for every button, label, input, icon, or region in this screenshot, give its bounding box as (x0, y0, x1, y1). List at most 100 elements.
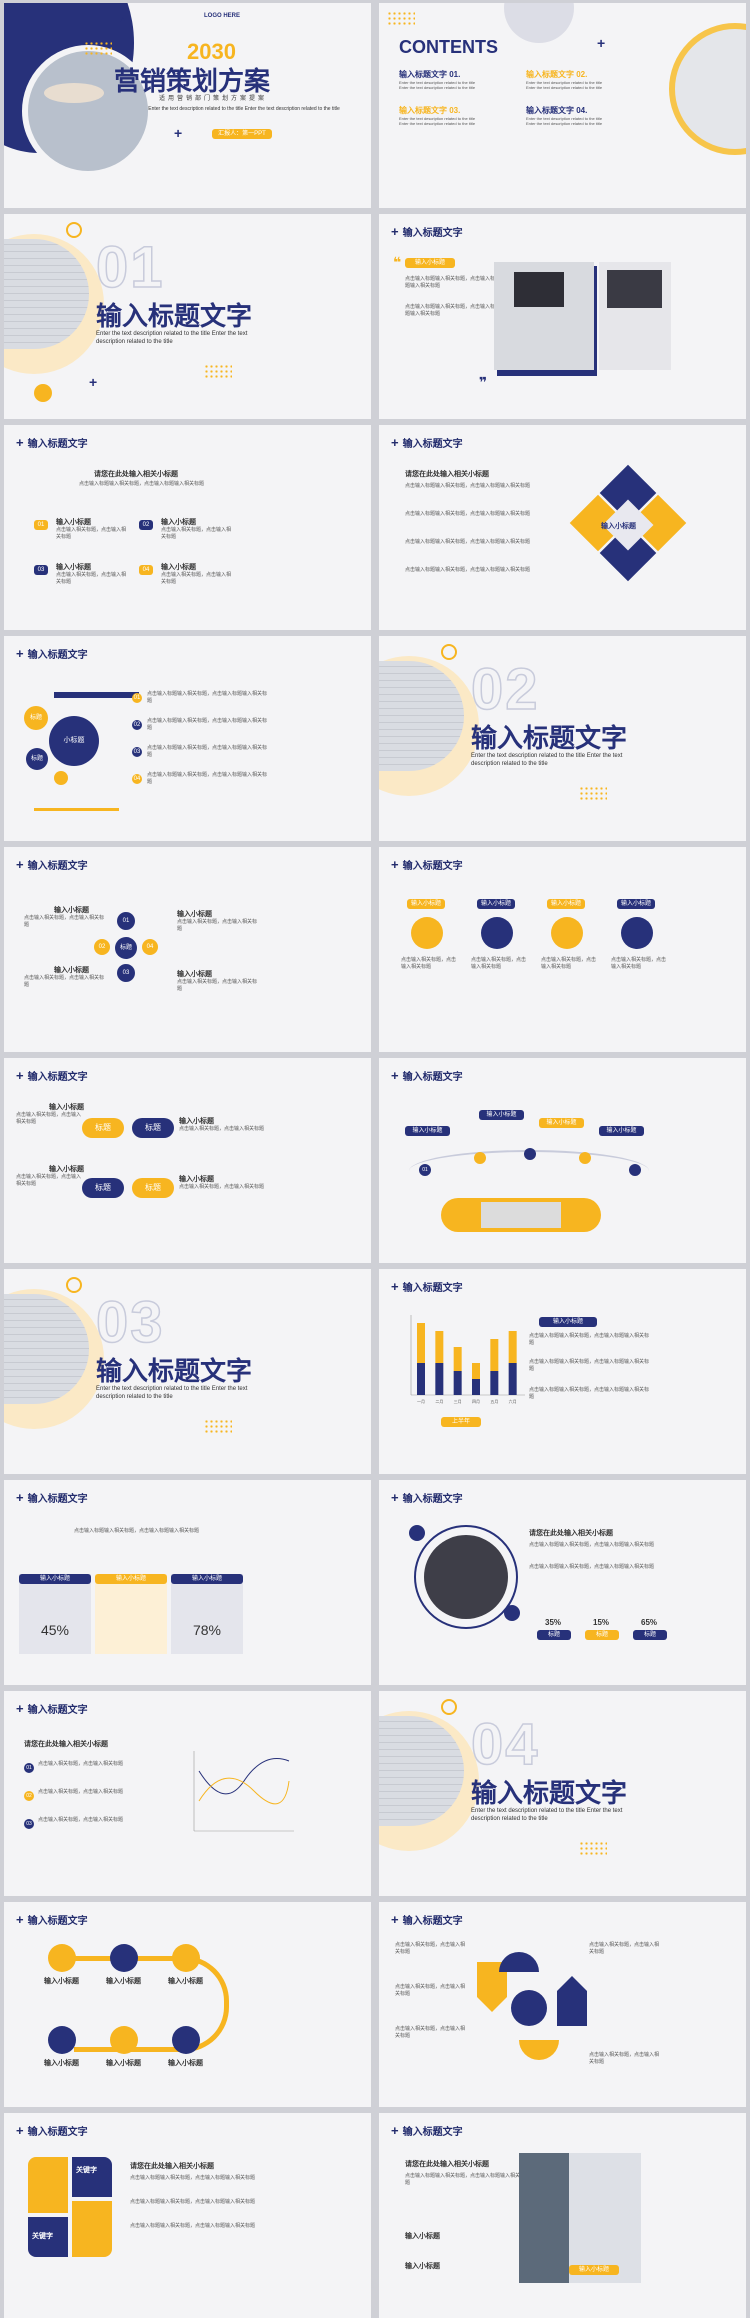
bar-series-1 (453, 1347, 462, 1371)
card-percent: 45% (40, 1622, 70, 1638)
contents-photo (669, 23, 746, 155)
slide-image-text[interactable]: + 输入标题文字 ❝ 输入小标题 点击输入标题输入相关标题，点击输入标题输入相关标… (379, 214, 746, 419)
slide-section-03[interactable]: 03 输入标题文字 Enter the text description rel… (4, 1269, 371, 1474)
bar-series-2 (417, 1363, 425, 1395)
plus-icon: + (391, 434, 399, 450)
contents-item-4[interactable]: 输入标题文字 04. (526, 105, 606, 116)
section-desc: Enter the text description related to th… (471, 753, 623, 767)
timeline-node (474, 1152, 486, 1164)
slide-bar-chart[interactable]: + 输入标题文字 一月 二月 三月 四月 五月 六月 上半年 输入小标题 点击输入标题输入相… (379, 1269, 746, 1474)
slide-title: 输入标题文字 (402, 2127, 463, 2138)
para-4: 点击输入标题输入相关标题，点击输入标题输入相关标题 (405, 567, 531, 573)
slide-contents[interactable]: CONTENTS 输入标题文字 01. Enter the text descri… (379, 3, 746, 208)
para-1: 点击输入标题输入相关标题，点击输入标题输入相关标题 (130, 2175, 256, 2181)
slide-photo-list[interactable]: + 输入标题文字 请您在此处输入相关小标题 点击输入标题输入相关标题，点击输入标题… (379, 2113, 746, 2318)
center-bubble: 小标题 (49, 716, 99, 766)
deco-dot (34, 384, 52, 402)
clipboard-icon (551, 917, 583, 949)
x-tick-label: 三月 (454, 1399, 462, 1404)
plus-icon: + (174, 125, 183, 141)
contents-item-1[interactable]: 输入标题文字 01. (399, 69, 479, 80)
num-badge: 02 (24, 1791, 34, 1801)
para-1: 点击输入标题输入相关标题，点击输入标题输入相关标题 (529, 1333, 650, 1346)
card-title: 输入小标题 (171, 1574, 243, 1584)
para-1: 点击输入标题输入相关标题，点击输入标题输入相关标题 (405, 276, 496, 289)
para-3: 点击输入标题输入相关标题，点击输入标题输入相关标题 (405, 539, 531, 545)
clock-icon (110, 2026, 138, 2054)
slide-section-01[interactable]: 01 输入标题文字 Enter the text description rel… (4, 214, 371, 419)
slide-title: 输入标题文字 (402, 861, 463, 872)
bar-series-1 (472, 1363, 480, 1379)
arc-segment (499, 1952, 539, 1972)
music-icon (409, 1525, 425, 1541)
plus-icon: + (16, 434, 24, 450)
item-title: 输入小标题 (49, 1104, 84, 1111)
num-badge: 04 (139, 565, 153, 575)
x-tick-label: 五月 (490, 1399, 498, 1404)
tag-yellow: 标题 (82, 1118, 124, 1138)
slide-title: 输入标题文字 (402, 439, 463, 450)
plus-icon: + (89, 374, 98, 390)
contents-item-3[interactable]: 输入标题文字 03. (399, 105, 479, 116)
para-2: 点击输入标题输入相关标题，点击输入标题输入相关标题 (405, 304, 496, 317)
slide-subheading: 请您在此处输入相关小标题 (94, 471, 178, 478)
slide-percent-cards[interactable]: + 输入标题文字 点击输入标题输入相关标题，点击输入标题输入相关标题 输入小标题 4… (4, 1480, 371, 1685)
slide-line-chart[interactable]: + 输入标题文字 请您在此处输入相关小标题 01 点击输入相关标题，点击输入相关标… (4, 1691, 371, 1896)
item-desc: 点击输入相关标题，点击输入相关标题 (589, 1942, 660, 1955)
num-badge: 01 (24, 1763, 34, 1773)
contents-item-2[interactable]: 输入标题文字 02. (526, 69, 606, 80)
slide-bubbles[interactable]: + 输入标题文字 小标题 标题 标题 01 点击输入标题输入相关标题，点击输入标题… (4, 636, 371, 841)
item-desc: 点击输入相关标题，点击输入相关标题 (395, 1984, 466, 1997)
deco-ring (66, 1277, 82, 1293)
item-desc: 点击输入相关标题，点击输入相关标题 (401, 957, 457, 970)
doc-icon (411, 917, 443, 949)
tag-yellow: 标题 (132, 1178, 174, 1198)
slide-title: 输入标题文字 (402, 1283, 463, 1294)
slide-hub[interactable]: + 输入标题文字 输入小标题 点击输入相关标题，点击输入相关标题 输入小标题 点击… (4, 847, 371, 1052)
section-number: 03 (95, 1289, 165, 1356)
dot-pattern (84, 41, 112, 57)
slide-speech-tags[interactable]: + 输入标题文字 标题 标题 标题 标题 输入小标题 点击输入相关标题，点击输入相… (4, 1058, 371, 1263)
slide-ring-stats[interactable]: + 输入标题文字 请您在此处输入相关小标题 点击输入标题输入相关标题，点击输入标题… (379, 1480, 746, 1685)
slide-timeline-arc[interactable]: + 输入标题文字 输入小标题 输入小标题 输入小标题 输入小标题 01 (379, 1058, 746, 1263)
deco-line (34, 808, 119, 811)
slide-section-02[interactable]: 02 输入标题文字 Enter the text description rel… (379, 636, 746, 841)
slide-process[interactable]: + 输入标题文字 输入小标题 输入小标题 输入小标题 输入小标题 输入小标题 输入… (4, 1902, 371, 2107)
contents-heading: CONTENTS (399, 37, 498, 57)
stat-tag: 标题 (537, 1630, 571, 1640)
slide-subheading: 请您在此处输入相关小标题 (405, 471, 489, 478)
arrow-up (557, 1976, 587, 2026)
slide-section-04[interactable]: 04 输入标题文字 Enter the text description rel… (379, 1691, 746, 1896)
slide-diamond[interactable]: + 输入标题文字 请您在此处输入相关小标题 点击输入标题输入相关标题，点击输入标题… (379, 425, 746, 630)
para-2: 点击输入标题输入相关标题，点击输入标题输入相关标题 (529, 1564, 655, 1570)
cover-desc: Enter the text description related to th… (148, 106, 340, 112)
slide-keyword-cycle[interactable]: + 输入标题文字 关键字 关键字 请您在此处输入相关小标题 点击输入标题输入相关标… (4, 2113, 371, 2318)
para-2: 点击输入标题输入相关标题，点击输入标题输入相关标题 (130, 2199, 256, 2205)
sub-badge: 输入小标题 (539, 1317, 597, 1327)
slide-four-icons[interactable]: + 输入标题文字 输入小标题 点击输入相关标题，点击输入相关标题 输入小标题 点击… (379, 847, 746, 1052)
section-title: 输入标题文字 (471, 1778, 628, 1808)
section-desc: Enter the text description related to th… (96, 331, 248, 345)
plus-icon: + (16, 1911, 24, 1927)
slide-title: 输入标题文字 (402, 1494, 463, 1505)
sub-badge: 输入小标题 (477, 899, 515, 909)
plus-icon: + (16, 1700, 24, 1716)
slide-title: 输入标题文字 (27, 1494, 88, 1505)
section-number: 02 (470, 656, 540, 723)
stat-tag: 标题 (633, 1630, 667, 1640)
slide-subheading: 请您在此处输入相关小标题 (130, 2163, 214, 2170)
settings-icon (504, 1605, 520, 1621)
x-tick-label: 一月 (417, 1399, 425, 1404)
slide-cover[interactable]: LOGO HERE 2030 营销策划方案 适用营销部门策划方案提案 Enter… (4, 3, 371, 208)
slide-list-four[interactable]: + 输入标题文字 请您在此处输入相关小标题 点击输入标题输入相关标题，点击输入标题… (4, 425, 371, 630)
slide-arrow-cycle[interactable]: + 输入标题文字 点击输入相关标题，点击输入相关标题 点击输入相关标题，点击输入相… (379, 1902, 746, 2107)
item-desc: 点击输入相关标题，点击输入相关标题 (611, 957, 667, 970)
dot-pattern (579, 786, 607, 802)
item-desc: 点击输入相关标题，点击输入相关标题 (177, 919, 258, 932)
slide-title: 输入标题文字 (402, 1916, 463, 1927)
num-badge: 02 (132, 720, 142, 730)
slide-title: 输入标题文字 (402, 228, 463, 239)
item-title: 输入小标题 (54, 907, 89, 914)
card-title: 输入小标题 (19, 1574, 91, 1584)
step-title: 输入小标题 (168, 1978, 203, 1985)
